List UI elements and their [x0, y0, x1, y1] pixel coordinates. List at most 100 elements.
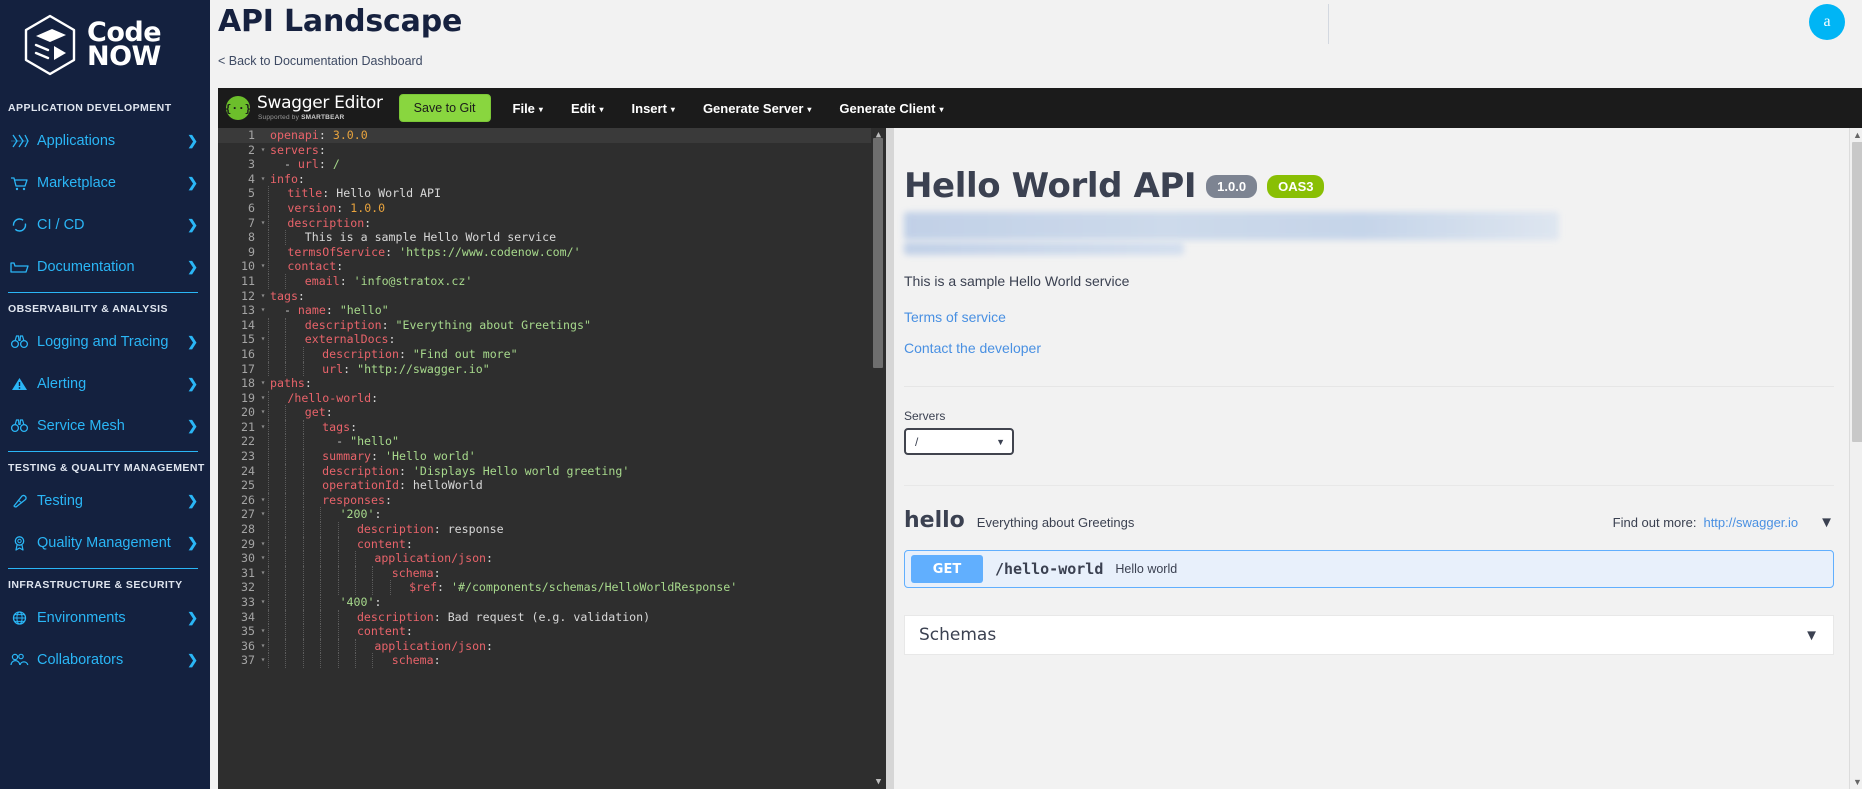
- code-line[interactable]: 16 description: "Find out more": [218, 346, 886, 362]
- code-line[interactable]: 21 ▾ tags:: [218, 419, 886, 435]
- fold-toggle-icon[interactable]: ▾: [258, 551, 268, 566]
- editor-scrollbar[interactable]: ▲ ▼: [871, 128, 886, 789]
- avatar[interactable]: a: [1809, 4, 1845, 40]
- fold-toggle-icon[interactable]: ▾: [258, 566, 268, 581]
- code-line[interactable]: 10 ▾ contact:: [218, 259, 886, 274]
- menu-insert[interactable]: Insert ▾: [632, 101, 675, 116]
- code-line[interactable]: 22 - "hello": [218, 434, 886, 450]
- scroll-down-arrow-icon[interactable]: ▼: [1850, 775, 1862, 789]
- chevron-down-icon[interactable]: ▼: [1804, 627, 1819, 644]
- preview-scrollbar[interactable]: ▲ ▼: [1849, 128, 1862, 789]
- code-line[interactable]: 20 ▾ get:: [218, 405, 886, 420]
- code-line[interactable]: 14 description: "Everything about Greetin…: [218, 317, 886, 333]
- fold-toggle-icon[interactable]: ▾: [258, 289, 268, 304]
- save-to-git-button[interactable]: Save to Git: [398, 94, 491, 122]
- code-line[interactable]: 33 ▾ '400':: [218, 595, 886, 610]
- contact-developer-link[interactable]: Contact the developer: [904, 340, 1834, 356]
- terms-of-service-link[interactable]: Terms of service: [904, 309, 1834, 325]
- scroll-up-arrow-icon[interactable]: ▲: [1850, 128, 1862, 142]
- indent-guides: [268, 507, 338, 523]
- code-line[interactable]: 1 openapi: 3.0.0: [218, 128, 886, 143]
- sidebar-item-service-mesh[interactable]: Service Mesh ❯: [0, 405, 210, 447]
- tag-external-docs-link[interactable]: http://swagger.io: [1703, 515, 1798, 530]
- code-line[interactable]: 12 ▾ tags:: [218, 289, 886, 304]
- fold-toggle-icon[interactable]: ▾: [258, 420, 268, 435]
- fold-toggle-icon[interactable]: ▾: [258, 537, 268, 552]
- code-line[interactable]: 5 title: Hello World API: [218, 186, 886, 201]
- code-line[interactable]: 25 operationId: helloWorld: [218, 478, 886, 493]
- code-line[interactable]: 4 ▾ info:: [218, 172, 886, 187]
- code-lines[interactable]: 1 openapi: 3.0.0 2 ▾ servers: 3 - url: /4 ▾ inf…: [218, 128, 886, 668]
- operation-row-get-hello-world[interactable]: GET /hello-world Hello world: [904, 550, 1834, 588]
- schemas-section[interactable]: Schemas ▼: [904, 615, 1834, 655]
- code-line[interactable]: 31 ▾ schema:: [218, 565, 886, 581]
- code-line[interactable]: 15 ▾ externalDocs:: [218, 332, 886, 347]
- chevron-down-icon[interactable]: ▼: [1819, 514, 1834, 531]
- menu-file[interactable]: File ▾: [513, 101, 543, 116]
- sidebar-item-environments[interactable]: Environments ❯: [0, 597, 210, 639]
- code-line[interactable]: 17 url: "http://swagger.io": [218, 361, 886, 377]
- servers-select[interactable]: / ▼: [904, 428, 1014, 455]
- code-line[interactable]: 6 version: 1.0.0: [218, 200, 886, 216]
- code-line[interactable]: 35 ▾ content:: [218, 624, 886, 639]
- code-line[interactable]: 9 termsOfService: 'https://www.codenow.co…: [218, 244, 886, 260]
- code-line[interactable]: 36 ▾ application/json:: [218, 638, 886, 654]
- indent-guides: [268, 492, 320, 508]
- code-line[interactable]: 13 ▾ - name: "hello": [218, 303, 886, 318]
- code-line[interactable]: 23 summary: 'Hello world': [218, 449, 886, 464]
- code-line[interactable]: 11 email: 'info@stratox.cz': [218, 273, 886, 289]
- fold-toggle-icon[interactable]: ▾: [258, 172, 268, 187]
- code-line[interactable]: 19 ▾ /hello-world:: [218, 390, 886, 406]
- sidebar-item-testing[interactable]: Testing ❯: [0, 480, 210, 522]
- fold-toggle-icon[interactable]: ▾: [258, 259, 268, 274]
- fold-toggle-icon[interactable]: ▾: [258, 303, 268, 318]
- code-line[interactable]: 26 ▾ responses:: [218, 492, 886, 508]
- code-line[interactable]: 7 ▾ description:: [218, 215, 886, 231]
- preview-scroll-thumb[interactable]: [1852, 142, 1862, 442]
- line-number: 4: [248, 171, 255, 186]
- back-to-documentation-dashboard-link[interactable]: < Back to Documentation Dashboard: [218, 54, 423, 68]
- menu-edit[interactable]: Edit ▾: [571, 101, 604, 116]
- fold-toggle-icon[interactable]: ▾: [258, 376, 268, 391]
- fold-toggle-icon[interactable]: ▾: [258, 595, 268, 610]
- code-line[interactable]: 34 description: Bad request (e.g. validat…: [218, 609, 886, 625]
- code-line[interactable]: 29 ▾ content:: [218, 536, 886, 552]
- code-line[interactable]: 37 ▾ schema:: [218, 653, 886, 668]
- yaml-code-editor[interactable]: 1 openapi: 3.0.0 2 ▾ servers: 3 - url: /4 ▾ inf…: [218, 128, 886, 789]
- sidebar-item-marketplace[interactable]: Marketplace ❯: [0, 162, 210, 204]
- code-line[interactable]: 24 description: 'Displays Hello world gre…: [218, 463, 886, 479]
- sidebar-item-ci-cd[interactable]: CI / CD ❯: [0, 204, 210, 246]
- fold-toggle-icon[interactable]: ▾: [258, 216, 268, 231]
- code-line[interactable]: 3 - url: /: [218, 157, 886, 172]
- sidebar-item-logging-and-tracing[interactable]: Logging and Tracing ❯: [0, 321, 210, 363]
- fold-toggle-icon[interactable]: ▾: [258, 391, 268, 406]
- menu-generate-client[interactable]: Generate Client ▾: [839, 101, 943, 116]
- sidebar-item-alerting[interactable]: Alerting ❯: [0, 363, 210, 405]
- sidebar-item-applications[interactable]: Applications ❯: [0, 120, 210, 162]
- code-line[interactable]: 2 ▾ servers:: [218, 143, 886, 158]
- brand-logo[interactable]: Code NOW: [0, 0, 210, 94]
- split-resizer[interactable]: [886, 128, 894, 789]
- sidebar-item-collaborators[interactable]: Collaborators ❯: [0, 639, 210, 681]
- fold-toggle-icon[interactable]: ▾: [258, 639, 268, 654]
- fold-toggle-icon[interactable]: ▾: [258, 653, 268, 668]
- code-line[interactable]: 8 This is a sample Hello World service: [218, 230, 886, 245]
- code-line[interactable]: 28 description: response: [218, 522, 886, 537]
- code-line[interactable]: 27 ▾ '200':: [218, 507, 886, 523]
- sidebar-item-quality-management[interactable]: Quality Management ❯: [0, 522, 210, 564]
- scroll-down-arrow-icon[interactable]: ▼: [871, 775, 886, 789]
- tag-header[interactable]: hello Everything about Greetings Find ou…: [904, 508, 1834, 533]
- code-line[interactable]: 30 ▾ application/json:: [218, 551, 886, 566]
- fold-toggle-icon[interactable]: ▾: [258, 405, 268, 420]
- fold-toggle-icon[interactable]: ▾: [258, 624, 268, 639]
- menu-generate-server[interactable]: Generate Server ▾: [703, 101, 811, 116]
- code-line[interactable]: 32 $ref: '#/components/schemas/HelloWorld…: [218, 580, 886, 595]
- sidebar-item-documentation[interactable]: Documentation ❯: [0, 246, 210, 288]
- fold-toggle-icon[interactable]: ▾: [258, 332, 268, 347]
- fold-toggle-icon[interactable]: ▾: [258, 493, 268, 508]
- sidebar-section-testing-quality-management: TESTING & QUALITY MANAGEMENT: [8, 462, 205, 474]
- editor-scroll-thumb[interactable]: [873, 138, 883, 368]
- fold-toggle-icon[interactable]: ▾: [258, 507, 268, 522]
- code-line[interactable]: 18 ▾ paths:: [218, 376, 886, 391]
- fold-toggle-icon[interactable]: ▾: [258, 143, 268, 158]
